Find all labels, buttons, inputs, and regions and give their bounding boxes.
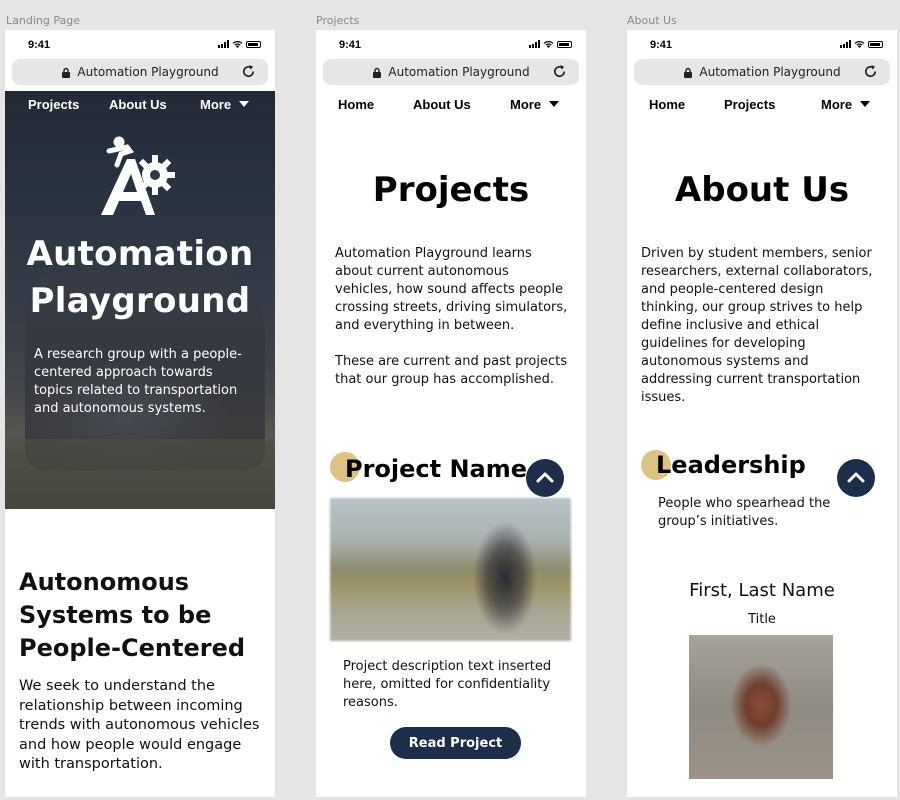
url-bar[interactable]: Automation Playground — [323, 59, 579, 85]
url-text: Automation Playground — [77, 65, 219, 79]
page-title: About Us — [674, 170, 850, 210]
automation-playground-logo — [101, 136, 175, 215]
leadership-title: Leadership — [656, 451, 806, 479]
reload-icon[interactable] — [241, 64, 256, 79]
nav-more[interactable]: More — [510, 97, 560, 112]
nav-projects[interactable]: Projects — [28, 97, 79, 112]
person-name: First, Last Name — [689, 580, 835, 601]
hero-title-line-1: Automation — [26, 234, 254, 274]
url-bar[interactable]: Automation Playground — [634, 59, 890, 85]
caret-down-icon — [860, 101, 871, 107]
nav-more-label: More — [510, 97, 542, 112]
hero-background-road — [5, 439, 275, 509]
lock-icon — [62, 67, 71, 78]
hero-title-line-2: Playground — [29, 281, 251, 321]
person-title: Title — [748, 612, 776, 627]
status-time: 9:41 — [650, 39, 673, 51]
project-name: Project Name — [345, 455, 528, 483]
read-project-button[interactable]: Read Project — [390, 727, 521, 759]
nav-about-us[interactable]: About Us — [413, 97, 471, 112]
nav-home[interactable]: Home — [338, 97, 374, 112]
phone-frame-about: 9:41 Automation Playground Home Projects… — [627, 30, 897, 797]
hero-description: A research group with a people-centered … — [34, 347, 242, 416]
caret-down-icon — [239, 101, 250, 107]
signal-icon — [529, 40, 540, 48]
status-icons — [218, 40, 261, 48]
caret-down-icon — [549, 101, 560, 107]
status-icons — [529, 40, 572, 48]
wifi-icon — [854, 40, 865, 48]
nav-more[interactable]: More — [200, 97, 250, 112]
chevron-up-icon — [536, 472, 554, 483]
nav-more-label: More — [821, 97, 853, 112]
status-icons — [840, 40, 883, 48]
frame-label-about: About Us — [627, 14, 677, 27]
leadership-description: People who spearhead the group’s initiat… — [658, 496, 831, 529]
signal-icon — [840, 40, 851, 48]
collapse-button[interactable] — [837, 459, 875, 497]
nav-bar: Home About Us More — [316, 91, 586, 119]
projects-intro-2: These are current and past projects that… — [335, 354, 567, 387]
status-bar: 9:41 — [316, 30, 586, 58]
section-heading: Autonomous Systems to be People-Centered — [19, 568, 246, 662]
reload-icon[interactable] — [552, 64, 567, 79]
frame-label-projects: Projects — [316, 14, 360, 27]
page-title: Projects — [372, 170, 530, 210]
nav-bar: Home Projects More — [627, 91, 897, 119]
chevron-up-icon — [847, 472, 865, 483]
status-time: 9:41 — [28, 39, 51, 51]
person-photo — [689, 635, 833, 779]
hero-title: Automation Playground — [5, 231, 275, 325]
url-bar[interactable]: Automation Playground — [12, 59, 268, 85]
section-body: We seek to understand the relationship b… — [19, 678, 260, 772]
project-image — [330, 498, 571, 641]
project-description: Project description text inserted here, … — [343, 659, 552, 710]
battery-icon — [557, 41, 572, 48]
nav-bar: Projects About Us More — [5, 91, 275, 119]
nav-home[interactable]: Home — [649, 97, 685, 112]
lock-icon — [684, 67, 693, 78]
reload-icon[interactable] — [863, 64, 878, 79]
nav-more-label: More — [200, 97, 232, 112]
nav-projects[interactable]: Projects — [724, 97, 775, 112]
signal-icon — [218, 40, 229, 48]
nav-more[interactable]: More — [821, 97, 871, 112]
battery-icon — [246, 41, 261, 48]
battery-icon — [868, 41, 883, 48]
url-text: Automation Playground — [388, 65, 530, 79]
projects-intro: Automation Playground learns about curre… — [335, 246, 568, 333]
status-bar: 9:41 — [5, 30, 275, 58]
url-text: Automation Playground — [699, 65, 841, 79]
nav-about-us[interactable]: About Us — [109, 97, 167, 112]
wifi-icon — [232, 40, 243, 48]
wifi-icon — [543, 40, 554, 48]
about-intro: Driven by student members, senior resear… — [641, 246, 873, 405]
lock-icon — [373, 67, 382, 78]
frame-label-landing: Landing Page — [6, 14, 80, 27]
status-time: 9:41 — [339, 39, 362, 51]
status-bar: 9:41 — [627, 30, 897, 58]
collapse-button[interactable] — [526, 459, 564, 497]
phone-frame-landing: 9:41 Automation Playground Projects Abou… — [5, 30, 275, 797]
phone-frame-projects: 9:41 Automation Playground Home About Us… — [316, 30, 586, 797]
